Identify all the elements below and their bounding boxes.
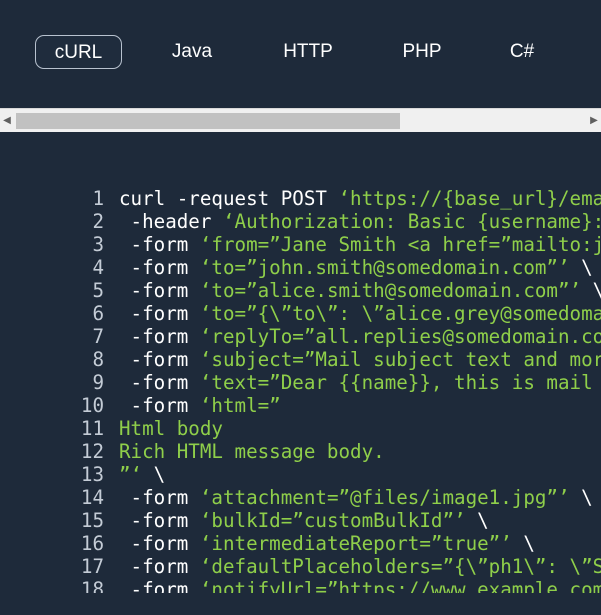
- horizontal-scrollbar[interactable]: ◀ ▶: [0, 108, 601, 132]
- code-string: Html body: [119, 417, 223, 440]
- code-token: \: [142, 463, 166, 486]
- code-line: 8 -form ‘subject=”Mail subject text and …: [0, 348, 601, 371]
- code-string: ‘https://{base_url}/email/1/send’: [338, 187, 601, 210]
- code-block[interactable]: 1 curl -request POST ‘https://{base_url}/…: [0, 132, 601, 593]
- line-number: 5: [92, 279, 104, 302]
- line-number: 12: [80, 440, 104, 463]
- code-line: 17 -form ‘defaultPlaceholders=”{\”ph1\”:…: [0, 555, 601, 578]
- code-line: 3 -form ‘from=”Jane Smith <a href=”mailt…: [0, 233, 601, 256]
- code-token: curl -request POST: [119, 187, 339, 210]
- language-tabs: cURL Java HTTP PHP C#: [0, 0, 601, 108]
- code-token: -form: [119, 394, 200, 417]
- line-number: 7: [92, 325, 104, 348]
- code-string: ‘subject=”Mail subject text and more”’: [199, 348, 601, 371]
- code-line: 1 curl -request POST ‘https://{base_url}/…: [0, 187, 601, 210]
- tab-curl[interactable]: cURL: [35, 35, 122, 69]
- line-number: 13: [80, 463, 104, 486]
- code-string: ‘to=”john.smith@somedomain.com”’: [199, 256, 570, 279]
- line-number: 6: [92, 302, 104, 325]
- code-string: Rich HTML message body.: [119, 440, 385, 463]
- code-line: 6 -form ‘to=”{\”to\”: \”alice.grey@somed…: [0, 302, 601, 325]
- code-token: \: [569, 256, 593, 279]
- code-token: \: [511, 532, 535, 555]
- code-token: \: [569, 486, 593, 509]
- code-string: ‘to=”alice.smith@somedomain.com”’: [199, 279, 582, 302]
- code-line: 7 -form ‘replyTo=”all.replies@somedomain…: [0, 325, 601, 348]
- code-string: ‘Authorization: Basic {username}:{passwo…: [222, 210, 601, 233]
- code-string: ‘text=”Dear {{name}}, this is mail body …: [199, 371, 593, 394]
- code-line: 16 -form ‘intermediateReport=”true”’ \: [0, 532, 535, 555]
- line-number: 17: [80, 555, 104, 578]
- line-number: 15: [80, 509, 104, 532]
- code-string: ‘defaultPlaceholders=”{\”ph1\”: \”Succes…: [199, 555, 601, 578]
- code-token: -form: [119, 371, 200, 394]
- code-token: -form: [119, 302, 200, 325]
- code-token: -form: [119, 486, 200, 509]
- code-line: 18 -form ‘notifyUrl=”https://www.example…: [0, 578, 601, 593]
- code-string: ‘intermediateReport=”true”’: [199, 532, 512, 555]
- line-number: 11: [80, 417, 104, 440]
- code-string: ”‘: [119, 463, 143, 486]
- scrollbar-thumb[interactable]: [16, 113, 400, 129]
- code-line: 13 ”‘ \: [0, 463, 165, 486]
- line-number: 14: [80, 486, 104, 509]
- code-line: 4 -form ‘to=”john.smith@somedomain.com”’…: [0, 256, 593, 279]
- code-string: ‘notifyUrl=”https://www.example.com/emai…: [199, 578, 601, 593]
- code-token: -form: [119, 233, 200, 256]
- code-line: 14 -form ‘attachment=”@files/image1.jpg”…: [0, 486, 593, 509]
- tab-java[interactable]: Java: [152, 35, 232, 69]
- code-token: -form: [119, 348, 200, 371]
- code-token: -form: [119, 256, 200, 279]
- code-block-bottom: [0, 593, 601, 615]
- scroll-left-arrow-icon[interactable]: ◀: [0, 109, 14, 132]
- code-line: 2 -header ‘Authorization: Basic {usernam…: [0, 210, 601, 233]
- code-token: -form: [119, 532, 200, 555]
- line-number: 1: [92, 187, 104, 210]
- code-line: 10 -form ‘html=”: [0, 394, 281, 417]
- code-string: ‘attachment=”@files/image1.jpg”’: [199, 486, 570, 509]
- line-number: 8: [92, 348, 104, 371]
- line-number: 10: [80, 394, 104, 417]
- code-line: 15 -form ‘bulkId=”customBulkId”’ \: [0, 509, 489, 532]
- line-number: 18: [80, 578, 104, 593]
- code-token: -header: [119, 210, 223, 233]
- code-line: 12 Rich HTML message body.: [0, 440, 385, 463]
- code-token: -form: [119, 279, 200, 302]
- line-number: 3: [92, 233, 104, 256]
- code-token: \: [581, 279, 601, 302]
- code-string: ‘html=”: [199, 394, 281, 417]
- code-token: -form: [119, 578, 200, 593]
- code-line: 11 Html body: [0, 417, 223, 440]
- line-number: 4: [92, 256, 104, 279]
- scroll-right-arrow-icon[interactable]: ▶: [587, 109, 601, 132]
- tab-csharp[interactable]: C#: [492, 35, 552, 69]
- code-token: -form: [119, 509, 200, 532]
- code-string: ‘from=”Jane Smith <a href=”mailto:jane.s…: [199, 233, 601, 256]
- code-string: ‘replyTo=”all.replies@somedomain.com”’: [199, 325, 601, 348]
- code-line: 5 -form ‘to=”alice.smith@somedomain.com”…: [0, 279, 601, 302]
- code-token: -form: [119, 325, 200, 348]
- line-number: 9: [92, 371, 104, 394]
- code-token: -form: [119, 555, 200, 578]
- line-number: 2: [92, 210, 104, 233]
- code-string: ‘to=”{\”to\”: \”alice.grey@somedomain.co…: [199, 302, 601, 325]
- line-number: 16: [80, 532, 104, 555]
- code-token: \: [465, 509, 489, 532]
- code-string: ‘bulkId=”customBulkId”’: [199, 509, 466, 532]
- code-line: 9 -form ‘text=”Dear {{name}}, this is ma…: [0, 371, 601, 394]
- tab-php[interactable]: PHP: [384, 35, 460, 69]
- tab-http[interactable]: HTTP: [265, 35, 351, 69]
